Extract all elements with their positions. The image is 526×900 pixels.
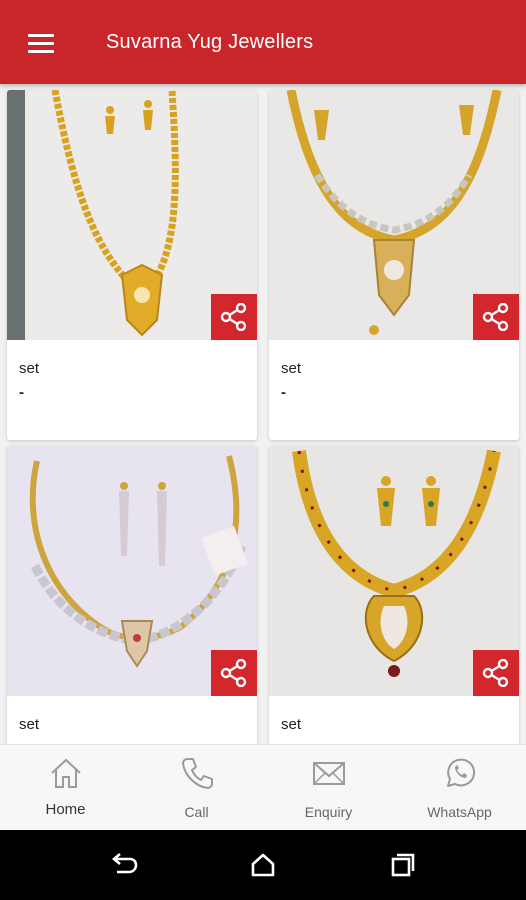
- product-card[interactable]: set -: [269, 90, 519, 440]
- mail-icon: [312, 762, 345, 785]
- share-button[interactable]: [473, 294, 519, 340]
- product-name: set: [281, 716, 302, 733]
- product-price: -: [19, 384, 24, 401]
- share-button[interactable]: [473, 650, 519, 696]
- product-grid[interactable]: set - set - set set: [0, 84, 526, 744]
- nav-home-label: Home: [45, 801, 86, 818]
- nav-call[interactable]: Call: [131, 745, 262, 831]
- back-icon[interactable]: [108, 850, 138, 880]
- home-circle-icon[interactable]: [248, 850, 278, 880]
- nav-call-label: Call: [184, 804, 209, 820]
- app-title: Suvarna Yug Jewellers: [106, 31, 314, 53]
- system-navigation-bar: [0, 830, 526, 900]
- product-name: set: [19, 360, 40, 377]
- product-name: set: [19, 716, 40, 733]
- share-button[interactable]: [211, 294, 257, 340]
- recents-icon[interactable]: [388, 850, 418, 880]
- share-icon: [220, 303, 247, 331]
- app-bar: Suvarna Yug Jewellers: [0, 0, 526, 84]
- menu-icon[interactable]: [20, 26, 60, 62]
- share-icon: [220, 659, 247, 687]
- share-icon: [482, 303, 509, 331]
- product-price: -: [281, 384, 286, 401]
- bottom-navigation: Home Call Enquiry WhatsApp: [0, 744, 526, 831]
- nav-enquiry-label: Enquiry: [304, 804, 353, 820]
- product-card[interactable]: set -: [7, 446, 257, 744]
- nav-whatsapp[interactable]: WhatsApp: [394, 745, 525, 831]
- whatsapp-icon: [446, 758, 475, 787]
- phone-icon: [181, 758, 213, 789]
- product-name: set: [281, 360, 302, 377]
- home-icon: [50, 758, 81, 788]
- share-icon: [482, 659, 509, 687]
- product-card[interactable]: set -: [7, 90, 257, 440]
- nav-whatsapp-label: WhatsApp: [427, 804, 492, 820]
- share-button[interactable]: [211, 650, 257, 696]
- nav-enquiry[interactable]: Enquiry: [263, 745, 394, 831]
- nav-home[interactable]: Home: [0, 745, 131, 831]
- product-card[interactable]: set -: [269, 446, 519, 744]
